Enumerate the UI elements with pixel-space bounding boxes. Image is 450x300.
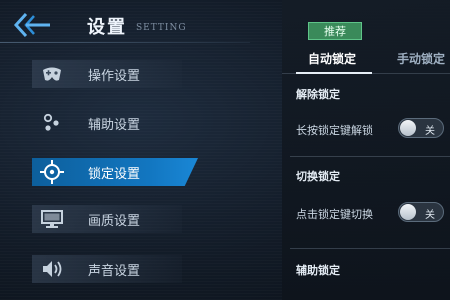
back-button[interactable] xyxy=(10,10,54,40)
page-title: 设置 xyxy=(87,17,127,38)
sidebar-item-label: 锁定设置 xyxy=(88,166,141,182)
toggle-state-text: 关 xyxy=(425,126,435,137)
page-subtitle: SETTING xyxy=(136,23,187,33)
active-tab-indicator xyxy=(296,72,372,74)
recommended-tag: 推荐 xyxy=(308,22,362,40)
crosshair-icon xyxy=(32,158,72,186)
lock-settings-panel xyxy=(282,0,450,300)
sidebar-item-label: 声音设置 xyxy=(88,263,141,279)
section-divider xyxy=(290,156,450,157)
sidebar-item-sound[interactable]: 声音设置 xyxy=(32,255,182,283)
toggle-knob xyxy=(400,204,416,220)
row-label-tap-switch: 点击锁定键切换 xyxy=(296,208,373,221)
section-title-assist-lock: 辅助锁定 xyxy=(296,264,340,277)
sidebar-item-label: 辅助设置 xyxy=(88,117,141,133)
section-divider xyxy=(290,248,450,249)
sidebar-item-assist[interactable]: 辅助设置 xyxy=(32,109,182,137)
toggle-tap-switch[interactable]: 关 xyxy=(398,202,444,222)
toggle-state-text: 关 xyxy=(425,210,435,221)
header-divider xyxy=(0,42,250,43)
row-label-long-press-unlock: 长按锁定键解锁 xyxy=(296,124,373,137)
sidebar-item-lock[interactable]: 锁定设置 xyxy=(32,158,198,186)
back-arrow-icon xyxy=(13,12,50,38)
toggle-long-press-unlock[interactable]: 关 xyxy=(398,118,444,138)
tab-auto-lock[interactable]: 自动锁定 xyxy=(308,50,356,70)
section-title-switch: 切换锁定 xyxy=(296,170,340,183)
sidebar-item-label: 操作设置 xyxy=(88,68,141,84)
sidebar-item-controls[interactable]: 操作设置 xyxy=(32,60,182,88)
tab-manual-lock[interactable]: 手动锁定 xyxy=(397,50,445,70)
sidebar-item-graphics[interactable]: 画质设置 xyxy=(32,205,182,233)
gamepad-icon xyxy=(32,60,72,88)
toggle-knob xyxy=(400,120,416,136)
section-title-unlock: 解除锁定 xyxy=(296,88,340,101)
dots-icon xyxy=(32,109,72,137)
speaker-icon xyxy=(32,255,72,283)
sidebar-item-label: 画质设置 xyxy=(88,213,141,229)
monitor-icon xyxy=(32,205,72,233)
